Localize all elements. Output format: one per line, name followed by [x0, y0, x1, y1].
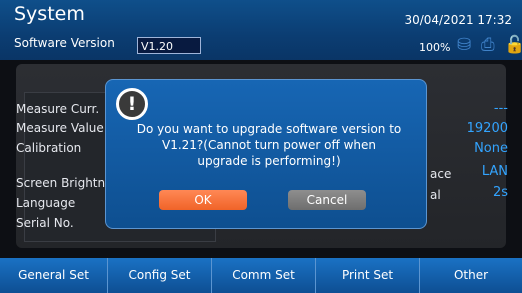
- device-screen: System Software Version V1.20 30/04/2021…: [0, 0, 522, 293]
- setting-value-measure-curr: ---: [493, 101, 508, 116]
- cancel-button[interactable]: Cancel: [288, 190, 366, 210]
- dialog-message: Do you want to upgrade software version …: [136, 122, 402, 168]
- lock-icon: 🔓: [504, 35, 522, 55]
- upgrade-confirm-dialog: ! Do you want to upgrade software versio…: [105, 79, 427, 229]
- setting-label-interval-partial: al: [430, 188, 441, 202]
- tab-config-set[interactable]: Config Set: [108, 258, 212, 293]
- tab-print-set[interactable]: Print Set: [316, 258, 420, 293]
- setting-label-measure-curr: Measure Curr.: [16, 102, 100, 116]
- setting-value-measure-value: 19200: [466, 121, 508, 136]
- setting-value-interface: LAN: [481, 164, 508, 179]
- ok-button[interactable]: OK: [159, 190, 247, 210]
- version-label: Software Version: [14, 36, 115, 50]
- printer-icon: ⎙: [481, 35, 495, 55]
- bottom-tab-bar: General Set Config Set Comm Set Print Se…: [0, 258, 522, 293]
- setting-value-calibration: None: [474, 141, 508, 156]
- tab-other[interactable]: Other: [420, 258, 522, 293]
- version-field: V1.20: [137, 37, 201, 54]
- header-bar: System Software Version V1.20 30/04/2021…: [0, 0, 522, 60]
- setting-label-measure-value: Measure Value: [16, 121, 104, 135]
- exclamation-icon: !: [116, 88, 148, 120]
- battery-level: 100%: [419, 41, 451, 54]
- tab-comm-set[interactable]: Comm Set: [212, 258, 316, 293]
- tab-general-set[interactable]: General Set: [0, 258, 108, 293]
- disk-icon: ⛁: [457, 35, 472, 55]
- setting-label-serial-no: Serial No.: [16, 216, 74, 230]
- setting-label-interface-partial: ace: [430, 167, 452, 181]
- setting-label-language: Language: [16, 196, 76, 210]
- page-title: System: [14, 3, 85, 25]
- setting-label-calibration: Calibration: [16, 141, 82, 155]
- datetime-display: 30/04/2021 17:32: [404, 13, 512, 27]
- setting-value-interval: 2s: [492, 185, 508, 200]
